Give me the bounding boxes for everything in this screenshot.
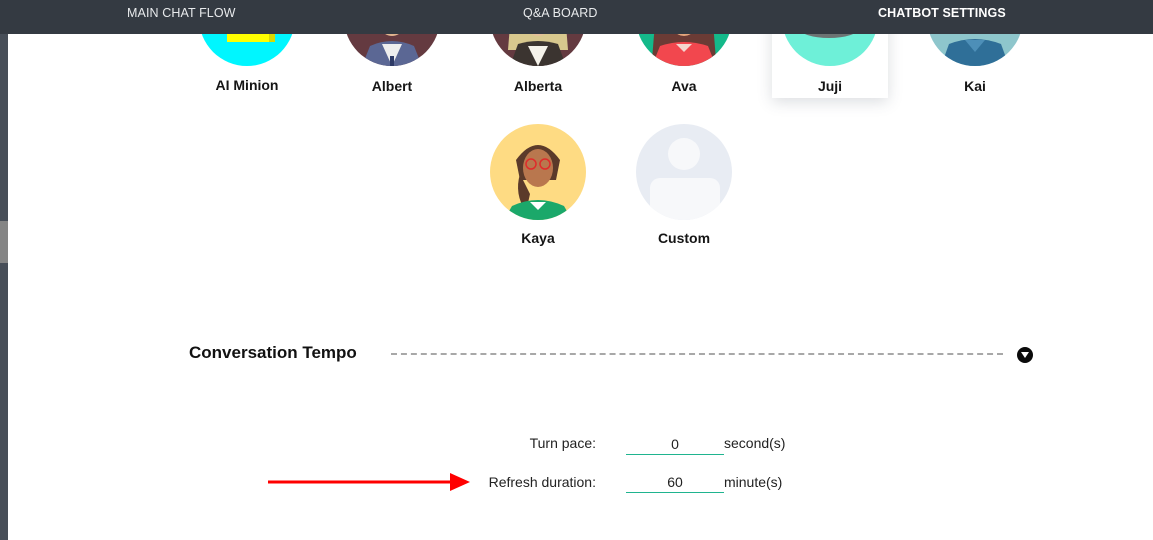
avatar-name: AI Minion <box>215 77 279 93</box>
avatar-option-custom[interactable]: Custom <box>626 120 742 250</box>
top-nav-bar: MAIN CHAT FLOW Q&A BOARD CHATBOT SETTING… <box>0 0 1153 34</box>
avatar-name: Kaya <box>521 230 555 246</box>
scrollbar-thumb[interactable] <box>0 221 8 263</box>
turn-pace-label: Turn pace: <box>529 435 596 451</box>
avatar-name: Custom <box>657 230 711 246</box>
chevron-down-circle-icon[interactable] <box>1017 347 1033 363</box>
section-title-conversation-tempo: Conversation Tempo <box>189 343 357 362</box>
avatar-name: Kai <box>964 78 986 94</box>
annotation-arrow-icon <box>268 473 470 491</box>
placeholder-person-avatar-icon <box>636 124 732 220</box>
tab-main-chat-flow[interactable]: MAIN CHAT FLOW <box>127 6 236 20</box>
avatar-option-kaya[interactable]: Kaya <box>480 120 596 250</box>
scrollbar-track[interactable] <box>0 34 8 540</box>
woman-glasses-avatar-icon <box>490 124 586 220</box>
avatar-name: Ava <box>671 78 697 94</box>
refresh-duration-unit: minute(s) <box>724 474 783 490</box>
turn-pace-unit: second(s) <box>724 435 786 451</box>
section-divider <box>391 353 1003 355</box>
tab-qa-board[interactable]: Q&A BOARD <box>523 6 598 20</box>
avatar-name: Juji <box>817 78 843 94</box>
refresh-duration-input[interactable] <box>626 471 724 493</box>
turn-pace-input[interactable] <box>626 433 724 455</box>
avatar-name: Albert <box>371 78 413 94</box>
avatar-name: Alberta <box>513 78 563 94</box>
tab-chatbot-settings[interactable]: CHATBOT SETTINGS <box>878 6 1006 20</box>
